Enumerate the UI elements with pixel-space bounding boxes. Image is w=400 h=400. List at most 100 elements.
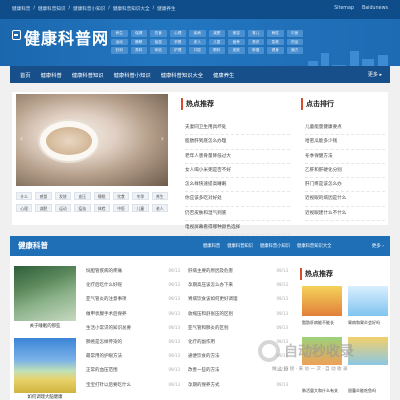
nav-item[interactable]: 健康科普小知识 bbox=[114, 71, 151, 79]
nav-item[interactable]: 健康科普知识 bbox=[72, 71, 104, 79]
list-item[interactable]: 生活小常识的知识总要 09/13 bbox=[86, 325, 180, 339]
list-item[interactable]: 夫妻同卫生用具坏处 bbox=[185, 121, 290, 136]
tag-link[interactable]: 饮食 bbox=[112, 192, 130, 200]
tag-link[interactable]: 发烧 bbox=[54, 192, 72, 200]
section-link[interactable]: 健康科普 bbox=[203, 243, 220, 249]
top-link[interactable]: 健康科普小知识 bbox=[73, 6, 105, 12]
list-item[interactable]: 你应该多吃对好处 bbox=[185, 192, 290, 207]
tag-link[interactable]: 两性 bbox=[267, 30, 284, 37]
tag-link[interactable]: 疫苗 bbox=[150, 38, 167, 45]
tag-link[interactable]: 常识 bbox=[247, 38, 264, 45]
tag-link[interactable]: 老人 bbox=[189, 38, 206, 45]
list-item[interactable]: 饲胆管疾病的疼痛 09/13 bbox=[86, 268, 180, 282]
list-item[interactable]: 肝病主要的原因及危害 09/13 bbox=[188, 268, 288, 282]
thumb-caption[interactable]: 肺活量大和什么有关 bbox=[302, 388, 338, 394]
tag-link[interactable]: 冬季 bbox=[132, 192, 149, 200]
tag-link[interactable]: 护理 bbox=[169, 47, 186, 54]
tag-link[interactable]: 保健 bbox=[130, 30, 147, 37]
next-arrow-icon[interactable]: › bbox=[161, 134, 164, 143]
top-link[interactable]: 健康科普 bbox=[12, 6, 30, 12]
tag-link[interactable]: 健身 bbox=[267, 47, 284, 54]
tag-link[interactable]: 减肥 bbox=[35, 204, 52, 212]
list-item[interactable]: 儿童能量健康要点 bbox=[305, 121, 385, 136]
tag-link[interactable]: 育儿 bbox=[247, 30, 264, 37]
thumb-caption[interactable]: 如何调理大脑健康 bbox=[14, 394, 76, 400]
tag-link[interactable]: 睡眠 bbox=[93, 192, 110, 200]
tag-link[interactable]: 饮食 bbox=[150, 30, 167, 37]
tag-link[interactable]: 男科 bbox=[130, 47, 147, 54]
tag-link[interactable]: 肿瘤 bbox=[247, 47, 264, 54]
list-item[interactable]: 肺癌是怎样传染的 09/13 bbox=[86, 339, 180, 353]
tag-link[interactable]: 营养 bbox=[228, 38, 245, 45]
tag-link[interactable]: 眼科 bbox=[208, 47, 225, 54]
list-item[interactable]: 胃病饮食该如何更好调理 09/13 bbox=[188, 296, 288, 310]
tag-link[interactable]: 睡眠 bbox=[130, 38, 147, 45]
tag-link[interactable]: 感冒 bbox=[35, 192, 52, 200]
list-item[interactable]: 近视眼建什么不什么 bbox=[305, 207, 385, 222]
field-sky-image[interactable] bbox=[14, 338, 76, 393]
tag-link[interactable]: 美容 bbox=[228, 30, 245, 37]
section-link[interactable]: 健康科普知识大全 bbox=[297, 243, 331, 249]
nav-item[interactable]: 健康科普 bbox=[41, 71, 62, 79]
list-item[interactable]: 做甲状腺手术后保养 09/13 bbox=[86, 311, 180, 325]
thumb-caption[interactable]: 胆囊炎能吃鱼吗 bbox=[348, 388, 376, 394]
top-link[interactable]: 健康养生 bbox=[157, 6, 175, 12]
tag-link[interactable]: 偏方 bbox=[286, 47, 303, 54]
sitemap-link[interactable]: Sitemap bbox=[334, 6, 354, 11]
section-link[interactable]: 健康科普知识 bbox=[227, 243, 253, 249]
tag-link[interactable]: 体检 bbox=[150, 47, 167, 54]
list-item[interactable]: 正常的血压范围 09/13 bbox=[86, 367, 180, 381]
list-item[interactable]: 电视屏幕看得哪种颜色选择 bbox=[185, 221, 290, 236]
list-item[interactable]: 肝门疼是该怎么办 bbox=[305, 178, 385, 193]
list-item[interactable]: 冬季保健方法 bbox=[305, 150, 385, 164]
list-item[interactable]: 化疗后吃什么好呢 09/13 bbox=[86, 282, 180, 296]
top-link[interactable]: 健康科普知识 bbox=[38, 6, 66, 12]
tag-link[interactable]: 养生 bbox=[151, 192, 168, 200]
tag-link[interactable]: 口腔 bbox=[189, 47, 206, 54]
tag-link[interactable]: 养生 bbox=[111, 30, 128, 37]
list-item[interactable]: 最常用的护眼方法 09/13 bbox=[86, 353, 180, 367]
list-item[interactable]: 怎么样快速提高睡眠 bbox=[185, 178, 290, 193]
tag-link[interactable]: 儿童 bbox=[132, 204, 149, 212]
list-item[interactable]: 乙肝和肝硬化分别 bbox=[305, 164, 385, 179]
tag-link[interactable]: 运动 bbox=[54, 204, 72, 212]
list-item[interactable]: 哈密瓜能多少钱 bbox=[305, 135, 385, 150]
nav-item-home[interactable]: 首页 bbox=[20, 71, 31, 79]
list-item[interactable]: 女人喝小米粥是否不好 bbox=[185, 164, 290, 179]
thumb-caption[interactable]: 关于睡眠的那些 bbox=[14, 323, 76, 329]
list-item[interactable]: 仍否皮肤和湿气到底 bbox=[185, 207, 290, 222]
tag-link[interactable]: 药品 bbox=[286, 38, 303, 45]
thumb-caption[interactable]: 脂肪肝病能不能长 bbox=[302, 320, 334, 326]
list-item[interactable]: 亚气管炎的注意事项 09/13 bbox=[86, 296, 180, 310]
tag-link[interactable]: 什么 bbox=[16, 192, 33, 200]
list-item[interactable]: 脂肪肝到底怎么办理 bbox=[185, 135, 290, 150]
tag-link[interactable]: 妇科 bbox=[111, 47, 128, 54]
tag-link[interactable]: 孕婴 bbox=[169, 38, 186, 45]
tag-link[interactable]: 疫苗 bbox=[74, 204, 91, 212]
nav-more[interactable]: 更多 ▸ bbox=[368, 71, 382, 78]
section-link[interactable]: 健康科普小知识 bbox=[260, 243, 290, 249]
list-item[interactable]: 孕期高压该怎么办下来 09/13 bbox=[188, 282, 288, 296]
rain-leaves-image[interactable] bbox=[14, 266, 76, 321]
section-more[interactable]: 更多 › bbox=[372, 243, 384, 249]
tag-link[interactable]: 中医 bbox=[112, 204, 130, 212]
tag-link[interactable]: 运动 bbox=[111, 38, 128, 45]
tag-link[interactable]: 急救 bbox=[267, 38, 284, 45]
tag-link[interactable]: 疾病 bbox=[189, 30, 206, 37]
tag-link[interactable]: 中医 bbox=[286, 30, 303, 37]
tag-link[interactable]: 儿童 bbox=[208, 38, 225, 45]
list-item[interactable]: 近视眼的病因是什么 bbox=[305, 192, 385, 207]
tag-link[interactable]: 减肥 bbox=[208, 30, 225, 37]
cartoon-thumbnail[interactable] bbox=[302, 286, 342, 316]
list-item[interactable]: 收缩压和舒张压的区别 09/13 bbox=[188, 311, 288, 325]
tag-link[interactable]: 老人 bbox=[151, 204, 168, 212]
list-item[interactable]: 亚气管和肺炎的区别 09/13 bbox=[188, 325, 288, 339]
tag-link[interactable]: 皮肤 bbox=[228, 47, 245, 54]
tag-link[interactable]: 体检 bbox=[93, 204, 110, 212]
tag-link[interactable]: 心理 bbox=[169, 30, 186, 37]
cartoon-thumbnail[interactable] bbox=[348, 286, 388, 316]
baidunews-link[interactable]: Baidunews bbox=[362, 6, 388, 11]
tag-link[interactable]: 心理 bbox=[16, 204, 33, 212]
list-item[interactable]: 宝宝打针以后要吃什么 09/13 bbox=[86, 382, 180, 396]
top-link[interactable]: 健康科普知识大全 bbox=[113, 6, 150, 12]
